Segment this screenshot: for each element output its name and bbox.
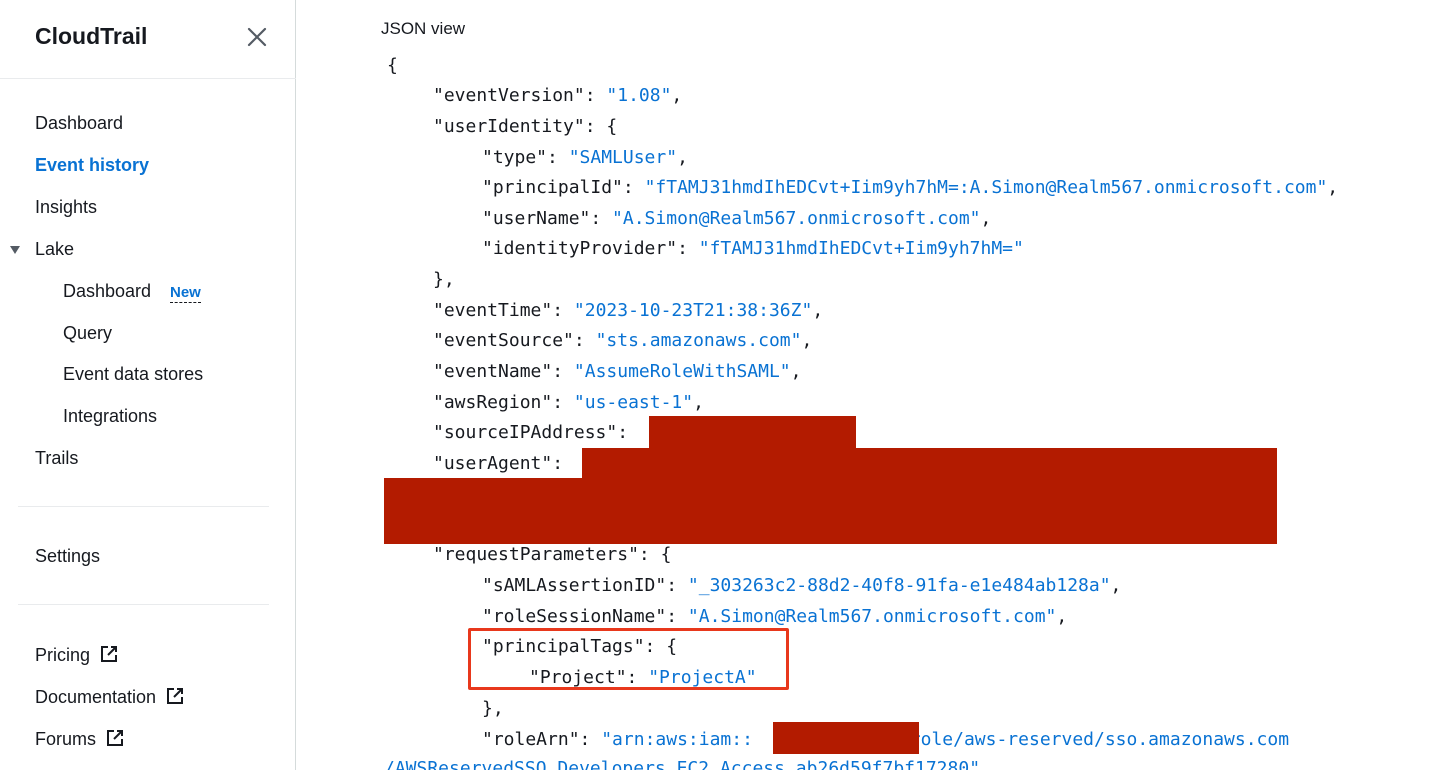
nav-divider xyxy=(18,604,269,605)
json-line: "eventSource": "sts.amazonaws.com", xyxy=(433,330,813,351)
json-line: "awsRegion": "us-east-1", xyxy=(433,392,704,413)
redacted-account-id xyxy=(773,722,919,754)
nav-item-event-history[interactable]: Event history xyxy=(35,155,149,176)
json-line: "userIdentity": { xyxy=(433,116,618,137)
caret-down-icon[interactable] xyxy=(9,243,21,255)
nav-link-documentation[interactable]: Documentation xyxy=(35,687,184,710)
nav-item-event-data-stores[interactable]: Event data stores xyxy=(63,364,203,385)
json-line: "type": "SAMLUser", xyxy=(482,147,688,168)
json-line: "eventName": "AssumeRoleWithSAML", xyxy=(433,361,802,382)
json-view-panel: JSON view { "eventVersion": "1.08", "use… xyxy=(297,0,1430,770)
nav-link-forums[interactable]: Forums xyxy=(35,729,124,752)
external-link-icon xyxy=(100,645,118,668)
json-line: "principalId": "fTAMJ31hmdIhEDCvt+Iim9yh… xyxy=(482,177,1339,198)
json-line: "sAMLAssertionID": "_303263c2-88d2-40f8-… xyxy=(482,575,1122,596)
sidebar-header: CloudTrail xyxy=(0,0,296,79)
json-line: /AWSReservedSSO_Developers_EC2_Access_ab… xyxy=(384,758,981,770)
json-line: "identityProvider": "fTAMJ31hmdIhEDCvt+I… xyxy=(482,238,1024,259)
external-link-icon xyxy=(166,687,184,710)
json-line: "userAgent": xyxy=(433,453,564,474)
nav-link-label: Documentation xyxy=(35,687,157,707)
nav-item-lake-dashboard[interactable]: Dashboard xyxy=(63,281,151,302)
json-line: }, xyxy=(433,269,455,290)
redacted-user-agent xyxy=(582,448,1277,478)
nav-link-label: Forums xyxy=(35,729,97,749)
nav-item-settings[interactable]: Settings xyxy=(35,546,100,567)
sidebar-title[interactable]: CloudTrail xyxy=(35,23,147,50)
nav-divider xyxy=(18,506,269,507)
nav-link-pricing[interactable]: Pricing xyxy=(35,645,118,668)
json-line: "roleSessionName": "A.Simon@Realm567.onm… xyxy=(482,606,1068,627)
redacted-user-agent xyxy=(384,478,1277,544)
nav-item-dashboard[interactable]: Dashboard xyxy=(35,113,123,134)
nav-item-trails[interactable]: Trails xyxy=(35,448,78,469)
json-line: { xyxy=(387,55,398,76)
json-line: "eventTime": "2023-10-23T21:38:36Z", xyxy=(433,300,824,321)
redacted-source-ip xyxy=(649,416,856,448)
nav-item-integrations[interactable]: Integrations xyxy=(63,406,157,427)
json-line: "eventVersion": "1.08", xyxy=(433,85,683,106)
json-line: "requestParameters": { xyxy=(433,544,672,565)
principal-tags-highlight xyxy=(468,628,789,690)
json-line: }, xyxy=(482,698,504,719)
nav-section-lake[interactable]: Lake xyxy=(35,239,74,260)
nav-item-insights[interactable]: Insights xyxy=(35,197,97,218)
json-line: "userName": "A.Simon@Realm567.onmicrosof… xyxy=(482,208,992,229)
nav-link-label: Pricing xyxy=(35,645,91,665)
nav-item-query[interactable]: Query xyxy=(63,323,112,344)
json-line: "sourceIPAddress": xyxy=(433,422,629,443)
external-link-icon xyxy=(106,729,124,752)
close-icon[interactable] xyxy=(244,24,270,50)
json-view-title: JSON view xyxy=(381,19,466,38)
new-badge: New xyxy=(170,284,201,303)
side-navigation: CloudTrail Dashboard Event history Insig… xyxy=(0,0,296,770)
